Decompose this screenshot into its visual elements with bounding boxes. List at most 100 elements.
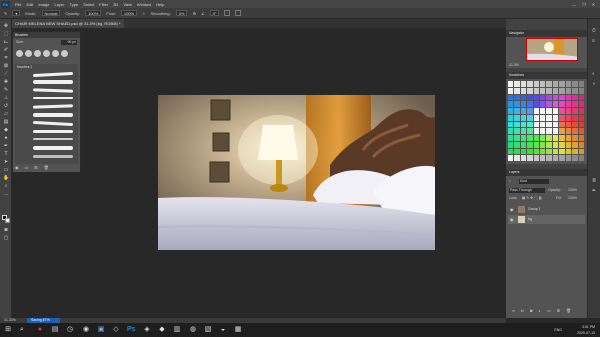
brush-stroke-preview[interactable] [32, 88, 74, 93]
color-swatch[interactable] [514, 141, 520, 148]
swatches-title[interactable]: Swatches [506, 72, 587, 79]
color-swatch[interactable] [533, 128, 540, 134]
color-swatch[interactable] [559, 148, 565, 155]
color-swatch[interactable] [540, 155, 546, 161]
color-swatch[interactable] [565, 135, 572, 141]
color-swatch[interactable] [546, 94, 552, 101]
eraser-tool-icon[interactable]: ▱ [3, 112, 9, 117]
color-swatch[interactable] [572, 101, 578, 107]
color-swatch[interactable] [552, 135, 559, 141]
brush-stroke-preview[interactable] [32, 71, 74, 78]
fill-input[interactable]: 100% [568, 196, 577, 200]
app-logo[interactable]: Ps [1, 0, 10, 8]
color-swatch[interactable] [546, 81, 552, 87]
color-swatch[interactable] [520, 128, 527, 134]
opacity-input[interactable]: 100% [85, 10, 102, 16]
color-swatch[interactable] [578, 94, 584, 101]
new-layer-icon[interactable]: ⊞ [557, 308, 560, 313]
color-swatch[interactable] [572, 81, 578, 87]
color-swatch[interactable] [514, 128, 520, 134]
color-swatch[interactable] [540, 141, 546, 148]
color-swatch[interactable] [578, 128, 584, 134]
color-swatch[interactable] [508, 148, 514, 155]
color-swatch[interactable] [559, 121, 565, 128]
color-swatch[interactable] [546, 135, 552, 141]
flow-input[interactable]: 100% [120, 10, 138, 16]
link-icon[interactable]: ∞ [512, 308, 515, 313]
dodge-tool-icon[interactable]: ● [3, 136, 9, 141]
color-swatch[interactable] [533, 81, 540, 87]
color-swatch[interactable] [559, 128, 565, 134]
color-swatch[interactable] [533, 108, 540, 114]
color-swatch[interactable] [552, 148, 559, 155]
color-swatch[interactable] [527, 141, 533, 148]
brush-stroke-preview[interactable] [33, 80, 73, 84]
color-swatch[interactable] [508, 108, 514, 114]
color-swatch[interactable] [546, 141, 552, 148]
color-swatch[interactable] [578, 101, 584, 107]
color-swatch[interactable] [572, 155, 578, 161]
app-icon[interactable]: ◆ [158, 326, 166, 334]
color-swatch[interactable] [520, 114, 527, 121]
blend-mode-select[interactable]: Pass Through [509, 188, 545, 193]
color-swatch[interactable] [520, 94, 527, 101]
symmetry-icon[interactable] [235, 10, 242, 16]
new-folder-icon[interactable]: ▭ [25, 165, 29, 171]
color-swatch[interactable] [540, 121, 546, 128]
minimize-icon[interactable]: — [572, 2, 576, 7]
color-swatch[interactable] [565, 114, 572, 121]
lock-icons[interactable]: ▦ ✎ ✥ ⬚ 🔒 [522, 196, 543, 200]
healing-tool-icon[interactable]: ✚ [3, 80, 9, 85]
menu-help[interactable]: Help [156, 2, 164, 7]
layer-opacity-input[interactable]: 100% [568, 188, 577, 192]
app-icon[interactable]: ▥ [173, 326, 181, 334]
system-clock[interactable]: 3:01 PM 2020-07-13 [577, 324, 595, 336]
brush-tool-icon[interactable]: ✎ [3, 88, 9, 93]
color-swatch[interactable] [572, 121, 578, 128]
close-icon[interactable]: ✕ [592, 2, 595, 7]
paths-icon[interactable]: ✒ [592, 189, 597, 194]
color-swatch[interactable] [508, 155, 514, 161]
hand-tool-icon[interactable]: ✋ [3, 176, 9, 181]
color-swatch[interactable] [508, 128, 514, 134]
color-swatch[interactable] [533, 121, 540, 128]
document-canvas[interactable] [158, 95, 435, 250]
stamp-tool-icon[interactable]: ⊥ [3, 96, 9, 101]
color-swatch[interactable] [546, 87, 552, 94]
color-swatch[interactable] [565, 148, 572, 155]
menu-filter[interactable]: Filter [99, 2, 108, 7]
photoshop-taskbar-icon[interactable]: Ps [127, 326, 135, 334]
color-swatch[interactable] [552, 155, 559, 161]
color-swatch[interactable] [552, 108, 559, 114]
brush-stroke-preview[interactable] [33, 155, 73, 158]
app-icon[interactable]: ▧ [204, 326, 212, 334]
color-icon[interactable]: ◐ [592, 72, 597, 77]
airbrush-icon[interactable]: ✧ [142, 11, 145, 16]
color-swatch[interactable] [565, 108, 572, 114]
menu-select[interactable]: Select [83, 2, 94, 7]
quick-select-tool-icon[interactable]: ✐ [3, 48, 9, 53]
color-swatch[interactable] [514, 121, 520, 128]
color-swatch[interactable] [546, 155, 552, 161]
color-swatch[interactable] [578, 148, 584, 155]
color-swatch[interactable] [533, 94, 540, 101]
color-swatch[interactable] [533, 114, 540, 121]
brush-preset-swatch[interactable] [25, 50, 32, 57]
color-swatch[interactable] [578, 135, 584, 141]
color-swatch[interactable] [527, 148, 533, 155]
color-swatch[interactable] [508, 121, 514, 128]
color-swatch[interactable] [565, 121, 572, 128]
windows-start-icon[interactable]: ⊞ [4, 326, 12, 334]
more-tools-icon[interactable]: … [3, 192, 9, 197]
app-icon[interactable]: ▦ [234, 326, 242, 334]
brush-size-input[interactable]: 90 px [61, 40, 77, 45]
color-swatch[interactable] [546, 148, 552, 155]
pressure-icon[interactable] [224, 10, 231, 16]
color-swatch[interactable] [552, 121, 559, 128]
color-swatch[interactable] [546, 114, 552, 121]
menu-view[interactable]: View [123, 2, 132, 7]
color-swatch[interactable] [508, 81, 514, 87]
pen-tool-icon[interactable]: ✒ [3, 144, 9, 149]
color-swatch[interactable] [520, 141, 527, 148]
visibility-eye-icon[interactable]: ◉ [510, 205, 514, 214]
